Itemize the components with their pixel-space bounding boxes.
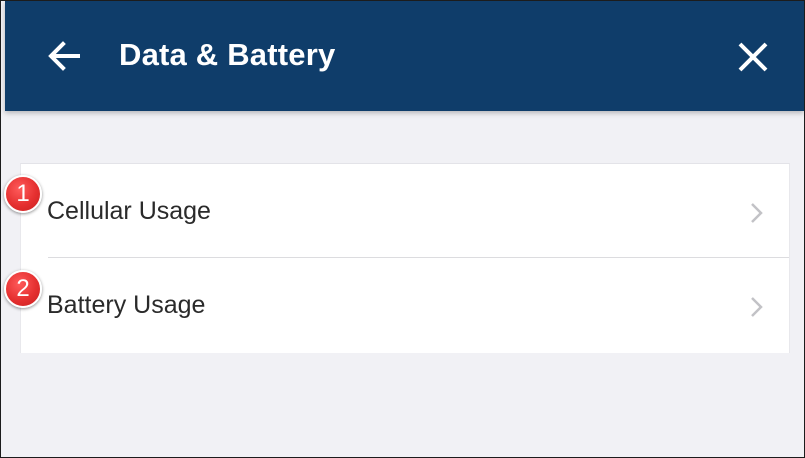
close-button[interactable] <box>731 35 775 79</box>
settings-list: Cellular Usage Battery Usage <box>20 163 790 353</box>
menu-item-battery-usage[interactable]: Battery Usage <box>21 258 789 352</box>
chevron-right-icon <box>751 297 763 317</box>
chevron-right-icon <box>751 203 763 223</box>
page-title: Data & Battery <box>119 37 336 72</box>
menu-item-label: Battery Usage <box>47 291 206 319</box>
app-bar: Data & Battery <box>5 1 804 111</box>
menu-item-label: Cellular Usage <box>47 197 211 225</box>
close-icon <box>738 42 768 72</box>
annotation-badge-1: 1 <box>4 175 42 213</box>
arrow-left-icon <box>48 41 80 71</box>
menu-item-cellular-usage[interactable]: Cellular Usage <box>21 164 789 258</box>
screen: Data & Battery Cellular Usage Battery Us… <box>0 0 805 458</box>
annotation-badge-2: 2 <box>4 270 42 308</box>
back-button[interactable] <box>43 35 85 77</box>
